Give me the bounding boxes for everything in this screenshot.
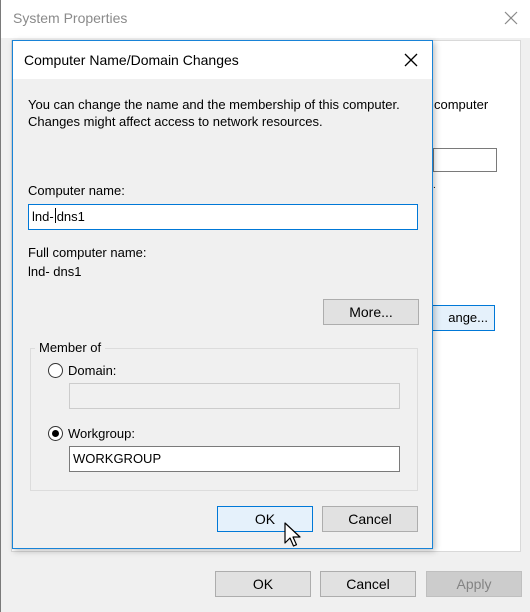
background-text-fragment: . <box>433 180 436 191</box>
background-cancel-button[interactable]: Cancel <box>320 571 416 597</box>
computer-name-dialog: Computer Name/Domain Changes You can cha… <box>12 40 433 549</box>
cancel-button[interactable]: Cancel <box>322 506 418 532</box>
dialog-title: Computer Name/Domain Changes <box>24 52 239 68</box>
background-apply-button[interactable]: Apply <box>426 571 522 597</box>
domain-input[interactable] <box>69 383 400 409</box>
more-button[interactable]: More... <box>323 299 419 325</box>
computer-name-text-before-caret: lnd- <box>32 209 54 224</box>
system-properties-titlebar: System Properties <box>1 0 530 38</box>
dialog-titlebar: Computer Name/Domain Changes <box>13 41 432 79</box>
computer-name-label: Computer name: <box>28 183 125 198</box>
dialog-description: You can change the name and the membersh… <box>28 97 400 129</box>
mouse-pointer-icon <box>284 522 301 547</box>
workgroup-label: Workgroup: <box>68 426 135 441</box>
text-caret <box>54 208 56 223</box>
workgroup-input[interactable]: WORKGROUP <box>69 446 400 472</box>
domain-radio[interactable] <box>48 363 63 378</box>
background-description-input[interactable] <box>433 148 497 172</box>
close-icon[interactable] <box>400 49 422 71</box>
full-computer-name-label: Full computer name: <box>28 245 147 260</box>
background-description-text: computer <box>434 97 489 112</box>
workgroup-radio[interactable] <box>48 426 63 441</box>
full-computer-name-value: lnd- dns1 <box>28 264 82 279</box>
member-of-legend: Member of <box>35 340 106 355</box>
computer-name-text-after-caret: dns1 <box>56 209 85 224</box>
domain-label: Domain: <box>68 363 117 378</box>
computer-name-input[interactable]: lnd-dns1 <box>28 204 418 230</box>
background-ok-button[interactable]: OK <box>215 571 311 597</box>
system-properties-title: System Properties <box>13 10 128 26</box>
close-icon[interactable] <box>501 8 521 28</box>
